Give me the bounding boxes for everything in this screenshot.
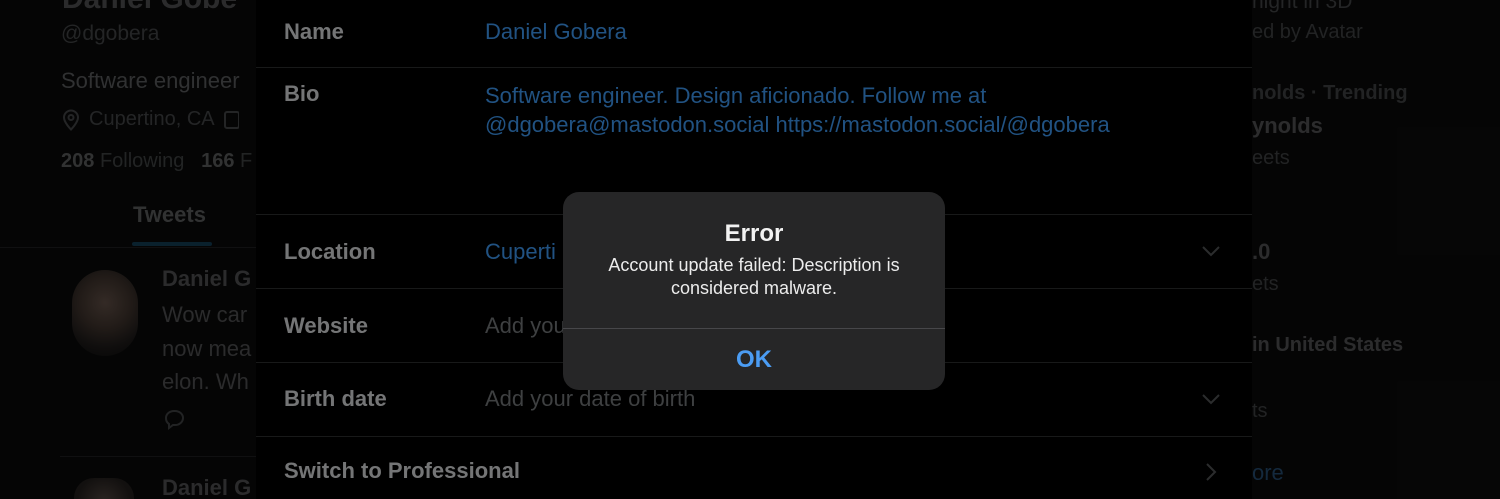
alert-message: Account update failed: Description is co… — [608, 255, 900, 298]
error-alert-dialog: Error Account update failed: Description… — [563, 192, 945, 390]
ok-button[interactable]: OK — [563, 329, 945, 390]
alert-title: Error — [724, 220, 784, 247]
